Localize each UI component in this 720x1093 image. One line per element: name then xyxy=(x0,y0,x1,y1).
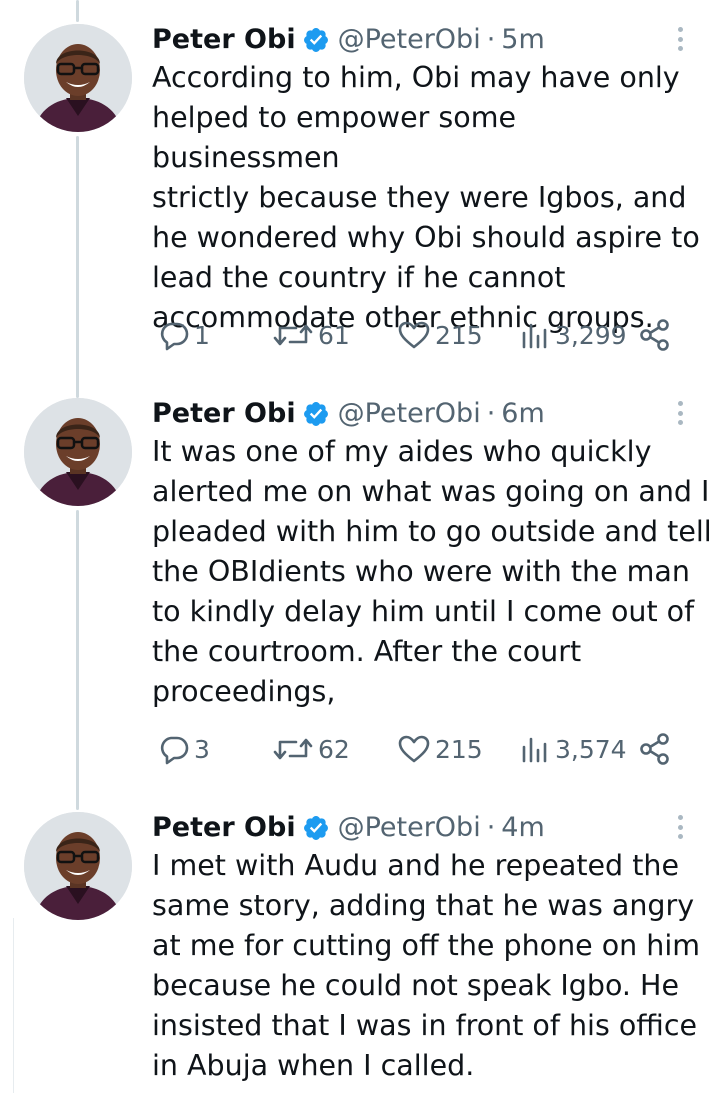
reply-button[interactable]: 1 xyxy=(158,315,210,355)
tweet-text: I met with Audu and he repeated the same… xyxy=(152,849,701,1082)
verified-badge-icon xyxy=(302,814,330,842)
share-button[interactable] xyxy=(638,729,672,769)
like-count: 215 xyxy=(435,734,483,764)
avatar[interactable] xyxy=(24,398,132,506)
reply-count: 1 xyxy=(194,320,210,350)
retweet-count: 61 xyxy=(318,320,350,350)
avatar-portrait xyxy=(24,398,132,506)
like-button[interactable]: 215 xyxy=(397,729,483,769)
author-handle[interactable]: @PeterObi xyxy=(338,808,481,848)
views-button[interactable]: 3,299 xyxy=(519,315,627,355)
speech-bubble-icon xyxy=(160,736,189,765)
tweet-header: Peter Obi @PeterObi · 4m xyxy=(152,808,545,848)
vertical-ellipsis-icon[interactable] xyxy=(670,24,690,54)
author-name[interactable]: Peter Obi xyxy=(152,20,296,60)
reply-button[interactable]: 3 xyxy=(158,729,210,769)
tweet-actions: 1 61 215 3,299 xyxy=(152,315,682,355)
vertical-ellipsis-icon[interactable] xyxy=(670,398,690,428)
heart-icon xyxy=(398,321,430,349)
author-handle[interactable]: @PeterObi xyxy=(338,20,481,60)
timestamp[interactable]: 6m xyxy=(501,394,544,434)
like-count: 215 xyxy=(435,320,483,350)
view-count: 3,299 xyxy=(555,320,627,350)
bar-chart-icon xyxy=(522,323,547,349)
view-count: 3,574 xyxy=(555,734,627,764)
verified-badge-icon xyxy=(302,26,330,54)
separator-dot: · xyxy=(486,398,496,429)
timestamp[interactable]: 4m xyxy=(501,808,544,848)
tweet[interactable]: Peter Obi @PeterObi · 6m It was one of m… xyxy=(0,374,720,794)
avatar[interactable] xyxy=(24,812,132,920)
tweet-actions: 3 62 215 3,574 xyxy=(152,729,682,769)
verified-badge-icon xyxy=(302,400,330,428)
speech-bubble-icon xyxy=(160,322,189,351)
tweet-text: It was one of my aides who quickly alert… xyxy=(152,435,712,708)
vertical-ellipsis-icon[interactable] xyxy=(670,812,690,842)
tweet[interactable]: Peter Obi @PeterObi · 5m According to hi… xyxy=(0,0,720,380)
tweet-header: Peter Obi @PeterObi · 6m xyxy=(152,394,545,434)
avatar[interactable] xyxy=(24,24,132,132)
author-name[interactable]: Peter Obi xyxy=(152,808,296,848)
author-handle[interactable]: @PeterObi xyxy=(338,394,481,434)
retweet-button[interactable]: 62 xyxy=(272,729,350,769)
timestamp[interactable]: 5m xyxy=(501,20,544,60)
separator-dot: · xyxy=(486,24,496,55)
author-name[interactable]: Peter Obi xyxy=(152,394,296,434)
views-button[interactable]: 3,574 xyxy=(519,729,627,769)
tweet-header: Peter Obi @PeterObi · 5m xyxy=(152,20,545,60)
separator-dot: · xyxy=(486,812,496,843)
avatar-portrait xyxy=(24,24,132,132)
share-button[interactable] xyxy=(638,315,672,355)
share-nodes-icon xyxy=(640,733,669,765)
heart-icon xyxy=(398,735,430,763)
like-button[interactable]: 215 xyxy=(397,315,483,355)
avatar-portrait xyxy=(24,812,132,920)
tweet-text: According to him, Obi may have only help… xyxy=(152,61,700,334)
retweet-count: 62 xyxy=(318,734,350,764)
tweet[interactable]: Peter Obi @PeterObi · 4m I met with Audu… xyxy=(0,788,720,1093)
retweet-button[interactable]: 61 xyxy=(272,315,350,355)
retweet-arrows-icon xyxy=(273,324,313,346)
retweet-arrows-icon xyxy=(273,738,313,760)
bar-chart-icon xyxy=(522,737,547,763)
share-nodes-icon xyxy=(640,319,669,351)
tweet-thread: Peter Obi @PeterObi · 5m According to hi… xyxy=(0,0,720,1093)
reply-count: 3 xyxy=(194,734,210,764)
